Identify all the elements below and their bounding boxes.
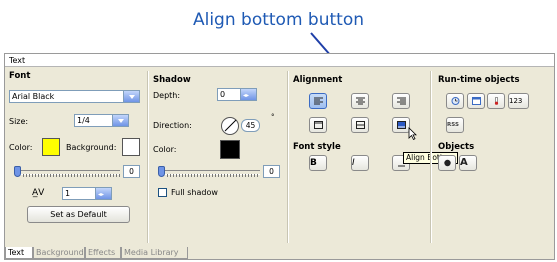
shadow-depth-value: 0 (220, 90, 226, 99)
letter-spacing-spinner[interactable]: 1 (62, 187, 112, 200)
size-label: Size: (9, 117, 29, 126)
bold-button[interactable]: B (309, 155, 327, 171)
bold-icon: B (310, 158, 317, 168)
font-size-select[interactable]: 1/4 (74, 114, 129, 127)
align-right-button[interactable] (392, 93, 410, 109)
degree-symbol: ° (271, 113, 275, 121)
alignment-header: Alignment (293, 75, 343, 85)
align-bottom-icon (397, 121, 406, 129)
align-middle-icon (356, 121, 365, 129)
align-middle-button[interactable] (351, 117, 369, 133)
align-top-icon (314, 121, 323, 129)
depth-label: Depth: (153, 91, 181, 100)
align-center-button[interactable] (351, 93, 369, 109)
align-left-icon (314, 97, 323, 105)
set-as-default-button[interactable]: Set as Default (27, 206, 130, 223)
spin-arrows-icon[interactable] (95, 188, 111, 200)
text-properties-panel: Text Font Arial Black Size: 1/4 Color: B… (4, 53, 555, 260)
font-opacity-value[interactable]: 0 (123, 165, 140, 178)
italic-icon: I (352, 158, 355, 168)
tab-text[interactable]: Text (5, 247, 33, 259)
runtime-objects-header: Run-time objects (438, 75, 520, 85)
shadow-opacity-slider[interactable] (158, 166, 260, 177)
mouse-pointer-icon (408, 127, 417, 140)
align-top-button[interactable] (309, 117, 327, 133)
font-opacity-slider[interactable] (14, 166, 120, 177)
background-label: Background: (66, 143, 117, 152)
rss-icon: RSS (447, 122, 459, 128)
tab-effects[interactable]: Effects (85, 247, 121, 259)
counter-icon: 123 (509, 97, 523, 105)
slider-thumb[interactable] (158, 166, 165, 177)
spin-arrows-icon[interactable] (240, 89, 256, 101)
panel-title: Text (5, 54, 554, 67)
text-effect-button[interactable]: A (459, 155, 477, 171)
counter-button[interactable]: 123 (508, 93, 529, 109)
divider (287, 71, 289, 243)
insert-object-button[interactable] (438, 155, 456, 171)
letter-spacing-value: 1 (65, 189, 71, 198)
calendar-icon (472, 97, 481, 105)
font-style-header: Font style (293, 142, 341, 152)
direction-needle (224, 119, 237, 132)
shadow-color-swatch[interactable] (220, 140, 240, 159)
font-family-select[interactable]: Arial Black (9, 90, 140, 103)
calendar-button[interactable] (467, 93, 485, 109)
divider (430, 71, 432, 243)
italic-button[interactable]: I (351, 155, 369, 171)
objects-header: Objects (438, 142, 475, 152)
clock-icon (451, 97, 460, 105)
font-color-swatch[interactable] (42, 138, 60, 156)
divider (147, 71, 149, 243)
shadow-color-label: Color: (153, 145, 177, 154)
align-left-button[interactable] (309, 93, 327, 109)
shadow-header: Shadow (153, 75, 191, 85)
font-family-value: Arial Black (12, 92, 55, 101)
slider-ticks (23, 174, 120, 177)
font-header: Font (9, 71, 31, 81)
full-shadow-checkbox[interactable] (158, 188, 167, 197)
slider-ticks (167, 174, 260, 177)
color-label: Color: (9, 143, 33, 152)
letter-spacing-icon: A̲V (32, 188, 45, 198)
full-shadow-label: Full shadow (171, 188, 218, 197)
rss-button[interactable]: RSS (446, 117, 464, 133)
align-center-icon (356, 97, 365, 105)
direction-value[interactable]: 45 (241, 119, 260, 132)
shadow-opacity-value[interactable]: 0 (263, 165, 280, 178)
chevron-down-icon[interactable] (112, 115, 128, 126)
shadow-depth-spinner[interactable]: 0 (217, 88, 257, 101)
panel-tabs: Text Background Effects Media Library (5, 247, 554, 260)
font-background-swatch[interactable] (122, 138, 140, 156)
tab-media-library[interactable]: Media Library (121, 247, 188, 259)
thermometer-icon (494, 97, 499, 105)
thermometer-button[interactable] (487, 93, 505, 109)
direction-dial[interactable] (221, 117, 239, 135)
font-size-value: 1/4 (77, 116, 90, 125)
chevron-down-icon[interactable] (123, 91, 139, 102)
text-effect-icon: A (460, 157, 468, 168)
object-icon (444, 159, 451, 167)
slider-thumb[interactable] (14, 166, 21, 177)
clock-button[interactable] (446, 93, 464, 109)
tab-background[interactable]: Background (33, 247, 85, 259)
direction-label: Direction: (153, 121, 192, 130)
align-right-icon (397, 97, 406, 105)
